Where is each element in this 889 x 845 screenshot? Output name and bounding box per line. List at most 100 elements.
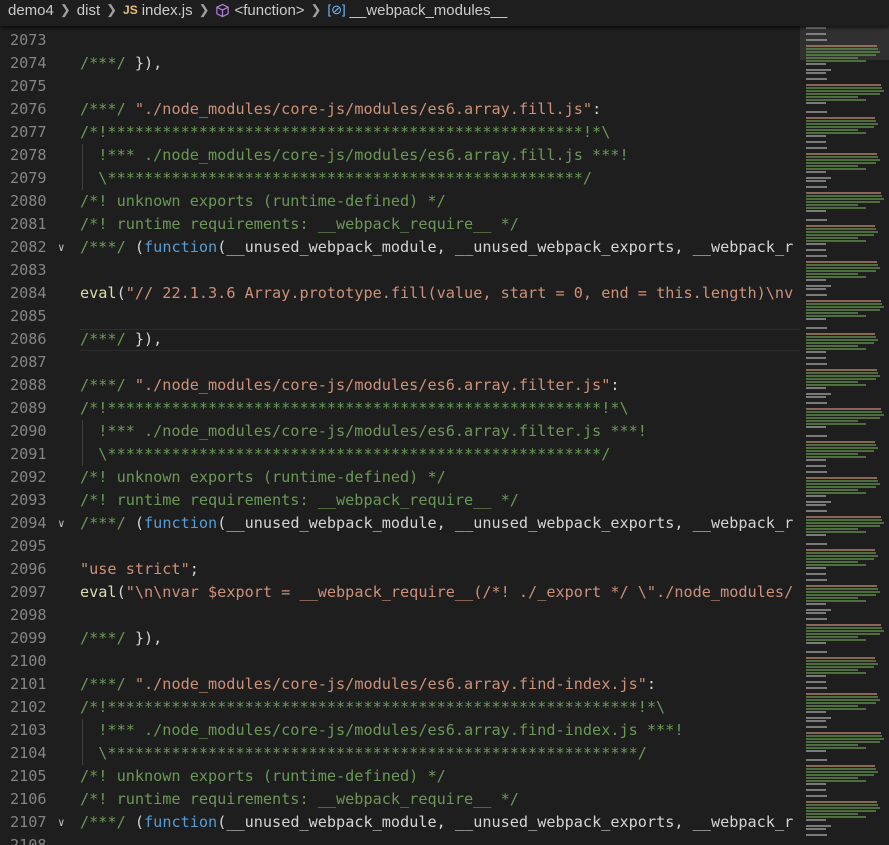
minimap-line bbox=[806, 264, 878, 266]
code-line[interactable]: 2107 ∨ /***/ (function(__unused_webpack_mo… bbox=[0, 811, 800, 834]
code-text: !*** ./node_modules/core-js/modules/es6.… bbox=[80, 144, 629, 167]
minimap-line bbox=[806, 699, 880, 701]
minimap-line bbox=[806, 525, 880, 527]
code-line[interactable]: 2087 bbox=[0, 351, 800, 374]
code-token: /***/ bbox=[80, 238, 135, 256]
fold-chevron-icon[interactable]: ∨ bbox=[58, 512, 65, 535]
code-line[interactable]: 2104 \**********************************… bbox=[0, 742, 800, 765]
code-line[interactable]: 2094 ∨ /***/ (function(__unused_webpack_mo… bbox=[0, 512, 800, 535]
minimap-line bbox=[806, 123, 878, 125]
minimap-line bbox=[806, 708, 866, 710]
minimap-line bbox=[806, 168, 866, 170]
code-line[interactable]: 2080 /*! unknown exports (runtime-defined… bbox=[0, 190, 800, 213]
code-token: !*** ./node_modules/core-js/modules/es6.… bbox=[80, 146, 629, 164]
minimap-line bbox=[806, 327, 827, 329]
code-line[interactable]: 2108 bbox=[0, 834, 800, 845]
code-line[interactable]: 2099 /***/ }), bbox=[0, 627, 800, 650]
code-token: /*! unknown exports (runtime-defined) */ bbox=[80, 192, 446, 210]
code-line[interactable]: 2076 /***/ "./node_modules/core-js/module… bbox=[0, 98, 800, 121]
code-line[interactable]: 2098 bbox=[0, 604, 800, 627]
code-line[interactable]: 2078 !*** ./node_modules/core-js/modules… bbox=[0, 144, 800, 167]
code-line[interactable]: 2101 /***/ "./node_modules/core-js/module… bbox=[0, 673, 800, 696]
minimap-line bbox=[806, 612, 826, 614]
minimap-line bbox=[806, 627, 882, 629]
code-text: /***/ "./node_modules/core-js/modules/es… bbox=[80, 374, 620, 397]
line-number: 2102 bbox=[10, 698, 47, 716]
minimap-line bbox=[806, 534, 826, 536]
code-line[interactable]: 2079 \**********************************… bbox=[0, 167, 800, 190]
code-line[interactable]: 2089 /*!*********************************… bbox=[0, 397, 800, 420]
code-line[interactable]: 2103 !*** ./node_modules/core-js/modules… bbox=[0, 719, 800, 742]
code-line[interactable]: 2086 /***/ }), bbox=[0, 328, 800, 351]
code-line[interactable]: 2097 eval("\n\nvar $export = __webpack_re… bbox=[0, 581, 800, 604]
minimap-line bbox=[806, 159, 880, 161]
breadcrumb-item-function[interactable]: <function> bbox=[213, 2, 306, 19]
minimap-line bbox=[806, 60, 866, 62]
minimap-line bbox=[806, 444, 876, 446]
minimap-line bbox=[806, 231, 878, 233]
fold-chevron-icon[interactable]: ∨ bbox=[58, 236, 65, 259]
code-line[interactable]: 2090 !*** ./node_modules/core-js/modules… bbox=[0, 420, 800, 443]
minimap-line bbox=[806, 177, 831, 179]
minimap-line bbox=[806, 657, 875, 659]
code-line[interactable]: 2095 bbox=[0, 535, 800, 558]
minimap-line bbox=[806, 351, 826, 353]
minimap-line bbox=[806, 771, 878, 773]
code-token: /*! runtime requirements: __webpack_requ… bbox=[80, 215, 519, 233]
line-number: 2092 bbox=[10, 468, 47, 486]
code-line[interactable]: 2106 /*! runtime requirements: __webpack_… bbox=[0, 788, 800, 811]
breadcrumb-item-file[interactable]: JS index.js bbox=[121, 2, 195, 19]
code-line[interactable]: 2073 bbox=[0, 29, 800, 52]
minimap-line bbox=[806, 51, 880, 53]
breadcrumb-item-variable[interactable]: [⊘] __webpack_modules__ bbox=[325, 2, 509, 19]
minimap-line bbox=[806, 675, 826, 677]
code-line[interactable]: 2100 bbox=[0, 650, 800, 673]
code-line[interactable]: 2091 \**********************************… bbox=[0, 443, 800, 466]
minimap-line bbox=[806, 204, 858, 206]
code-text: /*! unknown exports (runtime-defined) */ bbox=[80, 466, 446, 489]
code-line[interactable]: 2077 /*!*********************************… bbox=[0, 121, 800, 144]
code-line[interactable]: 2075 bbox=[0, 75, 800, 98]
minimap[interactable] bbox=[800, 0, 889, 845]
minimap-line bbox=[806, 102, 826, 104]
code-line[interactable]: 2084 eval("// 22.1.3.6 Array.prototype.fi… bbox=[0, 282, 800, 305]
code-line[interactable]: 2083 bbox=[0, 259, 800, 282]
minimap-line bbox=[806, 789, 826, 791]
minimap-line bbox=[806, 408, 881, 410]
minimap-line bbox=[806, 228, 876, 230]
code-line[interactable]: 2093 /*! runtime requirements: __webpack_… bbox=[0, 489, 800, 512]
code-line[interactable]: 2102 /*!*********************************… bbox=[0, 696, 800, 719]
code-text: /*!*************************************… bbox=[80, 121, 610, 144]
minimap-line bbox=[806, 417, 880, 419]
minimap-line bbox=[806, 93, 880, 95]
code-line[interactable]: 2085 bbox=[0, 305, 800, 328]
line-number: 2084 bbox=[10, 284, 47, 302]
line-number: 2100 bbox=[10, 652, 47, 670]
code-token: }), bbox=[134, 330, 163, 348]
code-line[interactable]: 2088 /***/ "./node_modules/core-js/module… bbox=[0, 374, 800, 397]
breadcrumb-item-folder[interactable]: demo4 bbox=[0, 2, 56, 19]
code-line[interactable]: 2096 "use strict"; bbox=[0, 558, 800, 581]
minimap-line bbox=[806, 234, 874, 236]
code-line[interactable]: 2092 /*! unknown exports (runtime-defined… bbox=[0, 466, 800, 489]
minimap-line bbox=[806, 309, 880, 311]
editor-pane[interactable]: 2073 2074 /***/ }), 2075 2076 /***/ "./node_m… bbox=[0, 0, 800, 845]
code-line[interactable]: 2081 /*! runtime requirements: __webpack_… bbox=[0, 213, 800, 236]
indent-guide bbox=[82, 719, 83, 765]
fold-chevron-icon[interactable]: ∨ bbox=[58, 811, 65, 834]
minimap-line bbox=[806, 624, 881, 626]
minimap-line bbox=[806, 411, 882, 413]
minimap-line bbox=[806, 303, 882, 305]
minimap-line bbox=[806, 207, 866, 209]
code-line[interactable]: 2074 /***/ }), bbox=[0, 52, 800, 75]
minimap-line bbox=[806, 300, 881, 302]
code-token: (__unused_webpack_module, __unused_webpa… bbox=[217, 813, 794, 831]
code-line[interactable]: 2105 /*! unknown exports (runtime-defined… bbox=[0, 765, 800, 788]
minimap-line bbox=[806, 210, 826, 212]
code-text: /***/ }), bbox=[80, 627, 162, 650]
minimap-line bbox=[806, 825, 831, 827]
minimap-line bbox=[806, 765, 875, 767]
code-line[interactable]: 2082 ∨ /***/ (function(__unused_webpack_mo… bbox=[0, 236, 800, 259]
breadcrumb-item-folder[interactable]: dist bbox=[75, 2, 102, 19]
line-number: 2103 bbox=[10, 721, 47, 739]
